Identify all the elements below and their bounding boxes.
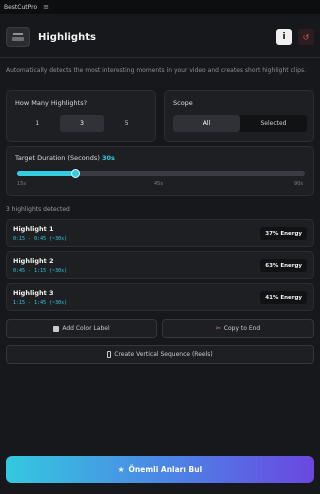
energy-badge: 63% Energy — [260, 259, 307, 272]
copy-to-end-text: Copy to End — [223, 325, 261, 332]
label-icon — [53, 325, 60, 332]
highlight-time: 0:15 - 0:45 (~30s) — [13, 236, 68, 242]
duration-panel: Target Duration (Seconds) 30s 15s 45s 90… — [6, 146, 314, 196]
highlight-count-selector: 1 3 5 — [15, 115, 149, 132]
highlight-count-label: How Many Highlights? — [15, 99, 88, 107]
find-highlights-label: Önemli Anları Bul — [128, 465, 203, 474]
add-color-label-text: Add Color Label — [62, 325, 110, 332]
reset-button[interactable]: ↺ — [298, 29, 314, 45]
duration-tick-max: 90s — [294, 181, 303, 187]
highlight-time: 0:45 - 1:15 (~30s) — [13, 268, 68, 274]
scope-option-selected[interactable]: Selected — [240, 115, 307, 132]
add-color-label-button[interactable]: Add Color Label — [6, 319, 157, 338]
duration-tick-mid: 45s — [154, 181, 163, 187]
page-title: Highlights — [38, 31, 96, 43]
header-divider — [0, 57, 320, 58]
energy-badge: 37% Energy — [260, 227, 307, 240]
app-name: BestCutPro — [4, 3, 38, 11]
highlight-time: 1:15 - 1:45 (~30s) — [13, 300, 68, 306]
duration-slider-handle[interactable] — [71, 169, 80, 178]
duration-label-text: Target Duration (Seconds) — [15, 154, 100, 162]
count-option-1[interactable]: 1 — [15, 115, 60, 132]
duration-slider[interactable] — [17, 169, 305, 178]
scissors-icon: ✂ — [215, 325, 221, 332]
highlight-item[interactable]: Highlight 2 0:45 - 1:15 (~30s) 63% Energ… — [6, 251, 314, 279]
highlight-title: Highlight 1 — [13, 225, 54, 233]
scope-panel: Scope All Selected — [164, 90, 314, 142]
count-option-3[interactable]: 3 — [59, 115, 105, 132]
description-text: Automatically detects the most interesti… — [6, 67, 306, 74]
duration-label: Target Duration (Seconds) 30s — [15, 154, 115, 162]
scope-label: Scope — [173, 99, 193, 107]
create-vertical-sequence-button[interactable]: Create Vertical Sequence (Reels) — [6, 345, 314, 364]
find-highlights-button[interactable]: ★ Önemli Anları Bul — [6, 456, 314, 483]
highlight-count-panel: How Many Highlights? 1 3 5 — [6, 90, 156, 142]
duration-slider-fill — [17, 171, 75, 176]
phone-icon — [107, 351, 112, 358]
highlight-item[interactable]: Highlight 3 1:15 - 1:45 (~30s) 41% Energ… — [6, 283, 314, 311]
highlight-title: Highlight 2 — [13, 257, 54, 265]
highlight-item[interactable]: Highlight 1 0:15 - 0:45 (~30s) 37% Energ… — [6, 219, 314, 247]
star-icon: ★ — [117, 465, 125, 474]
info-button[interactable]: i — [276, 29, 292, 45]
scope-selector: All Selected — [173, 115, 307, 132]
title-bar: BestCutPro ≡ — [0, 0, 320, 14]
app-logo-icon — [6, 27, 30, 47]
create-vertical-text: Create Vertical Sequence (Reels) — [114, 351, 213, 358]
highlight-title: Highlight 3 — [13, 289, 54, 297]
energy-badge: 41% Energy — [260, 291, 307, 304]
header: Highlights i ↺ — [0, 22, 320, 52]
copy-to-end-button[interactable]: ✂ Copy to End — [162, 319, 314, 338]
duration-tick-min: 15s — [17, 181, 26, 187]
hamburger-icon[interactable]: ≡ — [43, 3, 49, 11]
duration-value: 30s — [101, 154, 115, 162]
scope-option-all[interactable]: All — [173, 115, 240, 132]
detected-count-text: 3 highlights detected — [6, 206, 70, 213]
count-option-5[interactable]: 5 — [104, 115, 149, 132]
